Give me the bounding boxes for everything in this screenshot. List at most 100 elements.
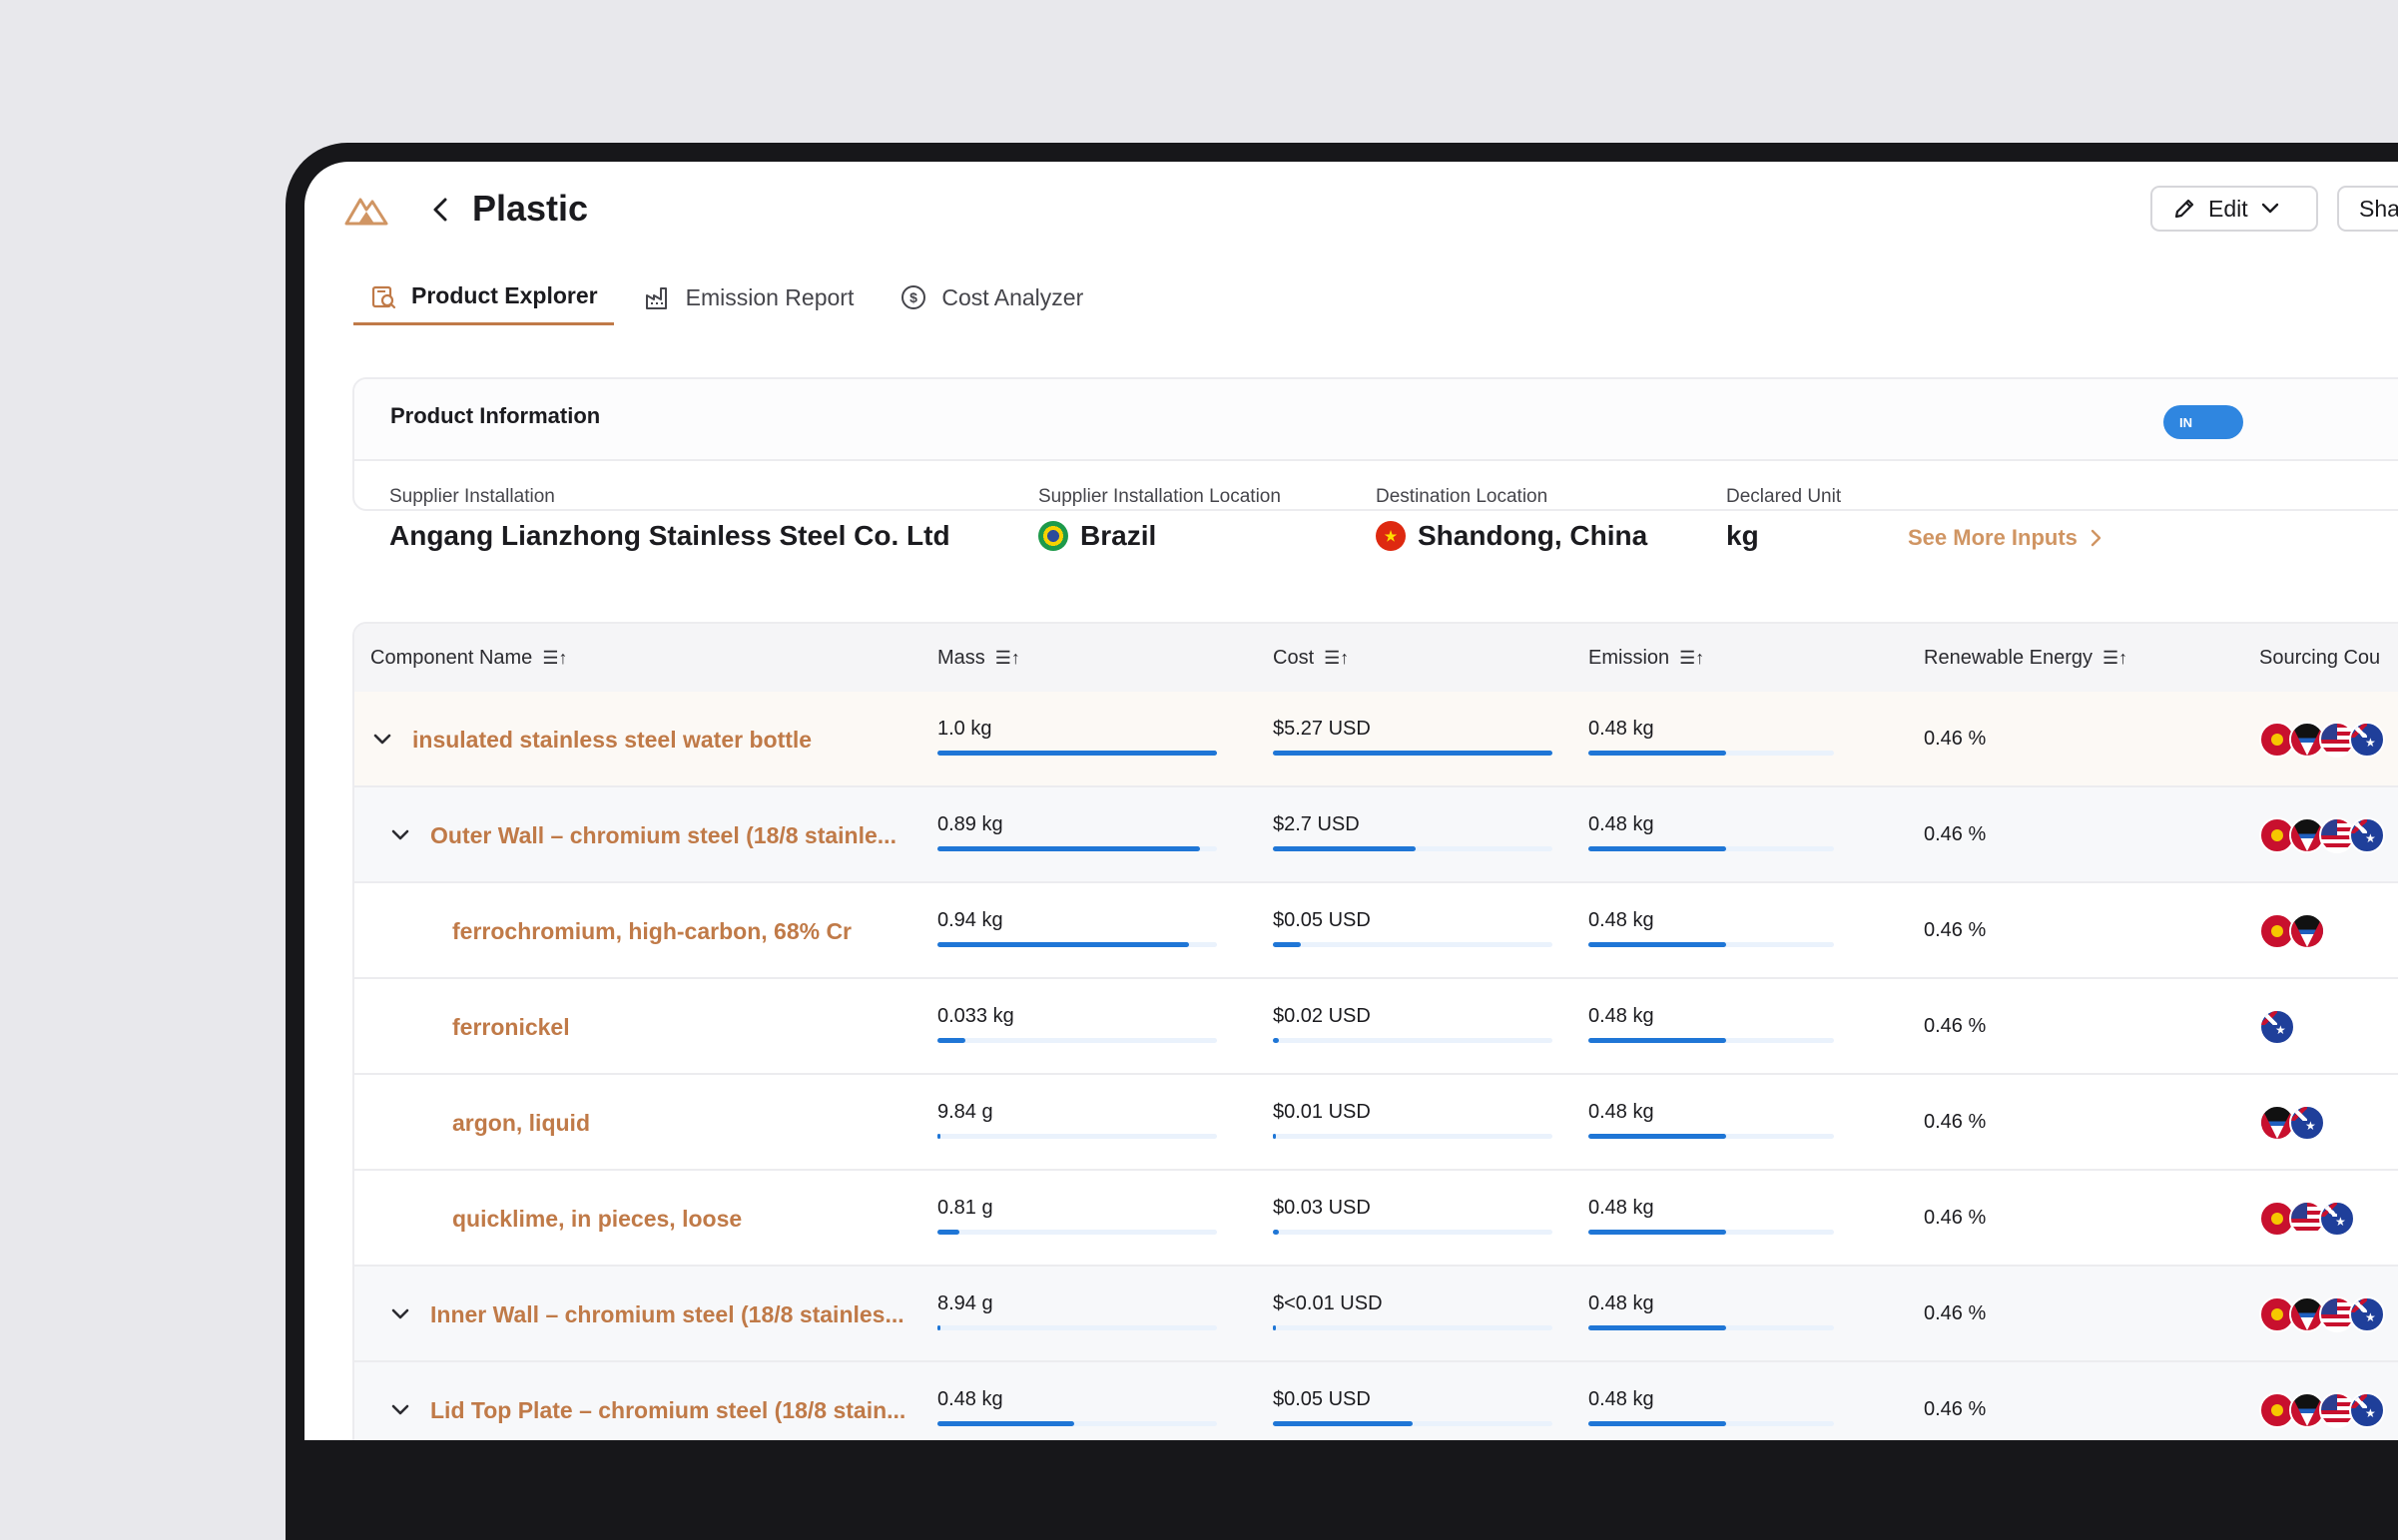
mountain-logo-icon (344, 198, 388, 226)
tab-emission-report[interactable]: Emission Report (628, 269, 871, 325)
cost-value: $0.05 USD (1273, 909, 1371, 931)
supplier-location-value: Brazil (1080, 520, 1157, 551)
product-info-title: Product Information (390, 403, 601, 428)
tab-label: Emission Report (685, 283, 855, 310)
table-header: Component Name ☰↑ Mass ☰↑ Cost ☰↑ Emission ☰… (354, 624, 2398, 694)
cost-bar (1273, 1038, 1552, 1043)
mass-bar (937, 1038, 1217, 1043)
table-row[interactable]: ferrochromium, high-carbon, 68% Cr 0.94 k… (354, 883, 2398, 979)
cost-value: $2.7 USD (1273, 813, 1360, 835)
component-name-cell[interactable]: quicklime, in pieces, loose (452, 1171, 742, 1267)
mass-bar-fill (937, 846, 1201, 851)
table-row[interactable]: Lid Top Plate – chromium steel (18/8 sta… (354, 1362, 2398, 1440)
back-button[interactable] (422, 190, 458, 230)
share-label: Sha (2359, 195, 2398, 222)
chevron-down-icon[interactable] (370, 728, 394, 752)
mass-value: 0.81 g (937, 1197, 993, 1219)
component-name-cell[interactable]: insulated stainless steel water bottle (370, 692, 812, 787)
component-name: Outer Wall – chromium steel (18/8 stainl… (430, 821, 897, 848)
cost-bar (1273, 751, 1552, 756)
cost-value: $0.05 USD (1273, 1388, 1371, 1410)
emission-value: 0.48 kg (1588, 909, 1654, 931)
cost-value: $0.02 USD (1273, 1005, 1371, 1027)
mass-bar (937, 1230, 1217, 1235)
svg-text:$: $ (909, 289, 917, 305)
sourcing-countries-flags[interactable] (2259, 913, 2325, 949)
mass-bar-fill (937, 942, 1189, 947)
sourcing-countries-flags[interactable] (2259, 722, 2385, 758)
sourcing-countries-flags[interactable] (2259, 1201, 2355, 1237)
antigua-flag-icon (2289, 913, 2325, 949)
column-label: Cost (1273, 646, 1315, 669)
sort-icon: ☰↑ (1679, 647, 1705, 668)
sourcing-countries-flags[interactable] (2259, 1392, 2385, 1428)
sort-icon: ☰↑ (1324, 647, 1350, 668)
sort-icon: ☰↑ (542, 647, 568, 668)
mass-value: 9.84 g (937, 1101, 993, 1123)
column-label: Sourcing Cou (2259, 646, 2381, 669)
field-value: kg (1726, 520, 1841, 552)
component-name: ferronickel (452, 1013, 570, 1040)
mass-bar (937, 1325, 1217, 1330)
chevron-down-icon[interactable] (388, 1302, 412, 1326)
emission-bar (1588, 942, 1834, 947)
table-row[interactable]: quicklime, in pieces, loose 0.81 g $0.03 U… (354, 1171, 2398, 1267)
sourcing-countries-flags[interactable] (2259, 1296, 2385, 1332)
table-row[interactable]: Inner Wall – chromium steel (18/8 stainl… (354, 1267, 2398, 1362)
destination-location-value: Shandong, China (1418, 520, 1648, 551)
column-header-sourcing-countries[interactable]: Sourcing Cou (2259, 624, 2380, 692)
component-name-cell[interactable]: argon, liquid (452, 1075, 590, 1171)
column-header-emission[interactable]: Emission ☰↑ (1588, 624, 1704, 692)
mass-bar (937, 942, 1217, 947)
tab-product-explorer[interactable]: Product Explorer (353, 269, 614, 325)
tab-cost-analyzer[interactable]: $ Cost Analyzer (884, 269, 1099, 325)
cost-value: $<0.01 USD (1273, 1292, 1383, 1314)
edit-button[interactable]: Edit (2150, 186, 2318, 232)
field-value: Angang Lianzhong Stainless Steel Co. Ltd (389, 520, 950, 552)
component-name-cell[interactable]: ferronickel (452, 979, 570, 1075)
cost-bar-fill (1273, 846, 1416, 851)
china-flag-icon: ★ (1376, 521, 1406, 551)
chevron-down-icon[interactable] (388, 823, 412, 847)
emission-value: 0.48 kg (1588, 1388, 1654, 1410)
sourcing-countries-flags[interactable] (2259, 1105, 2325, 1141)
field-label: Supplier Installation (389, 486, 555, 507)
component-name: argon, liquid (452, 1109, 590, 1136)
table-row[interactable]: ferronickel 0.033 kg $0.02 USD 0.48 kg 0.46 … (354, 979, 2398, 1075)
page-title: Plastic (472, 188, 589, 229)
mass-value: 0.94 kg (937, 909, 1003, 931)
column-header-renewable-energy[interactable]: Renewable Energy ☰↑ (1924, 624, 2127, 692)
table-row[interactable]: insulated stainless steel water bottle 1.… (354, 692, 2398, 787)
column-header-cost[interactable]: Cost ☰↑ (1273, 624, 1349, 692)
mass-bar (937, 846, 1217, 851)
share-button[interactable]: Sha (2337, 186, 2398, 232)
component-name-cell[interactable]: Outer Wall – chromium steel (18/8 stainl… (388, 787, 897, 883)
cost-bar (1273, 846, 1552, 851)
chevron-down-icon[interactable] (388, 1398, 412, 1422)
cost-value: $5.27 USD (1273, 718, 1371, 740)
cost-bar-fill (1273, 751, 1552, 756)
field-label: Destination Location (1376, 486, 1548, 507)
component-name-cell[interactable]: ferrochromium, high-carbon, 68% Cr (452, 883, 852, 979)
mass-bar-fill (937, 1038, 965, 1043)
component-name-cell[interactable]: Lid Top Plate – chromium steel (18/8 sta… (388, 1362, 905, 1440)
declared-unit-field: Declared Unit kg (1726, 486, 1841, 552)
mass-bar-fill (937, 1421, 1075, 1426)
table-row[interactable]: argon, liquid 9.84 g $0.01 USD 0.48 kg 0.46 … (354, 1075, 2398, 1171)
emission-bar-fill (1588, 846, 1726, 851)
emission-value: 0.48 kg (1588, 1005, 1654, 1027)
see-more-inputs-link[interactable]: See More Inputs (1908, 525, 2103, 551)
australia-flag-icon (2319, 1201, 2355, 1237)
component-name: Lid Top Plate – chromium steel (18/8 sta… (430, 1396, 906, 1423)
cost-bar-fill (1273, 1230, 1279, 1235)
component-name-cell[interactable]: Inner Wall – chromium steel (18/8 stainl… (388, 1267, 904, 1362)
renewable-energy-value: 0.46 % (1924, 728, 1987, 750)
supplier-location-field: Supplier Installation Location Brazil (1038, 486, 1281, 552)
cost-bar (1273, 1421, 1552, 1426)
column-header-component-name[interactable]: Component Name ☰↑ (370, 624, 567, 692)
table-row[interactable]: Outer Wall – chromium steel (18/8 stainl… (354, 787, 2398, 883)
column-header-mass[interactable]: Mass ☰↑ (937, 624, 1020, 692)
renewable-energy-value: 0.46 % (1924, 1398, 1987, 1420)
sourcing-countries-flags[interactable] (2259, 1009, 2295, 1045)
sourcing-countries-flags[interactable] (2259, 817, 2385, 853)
